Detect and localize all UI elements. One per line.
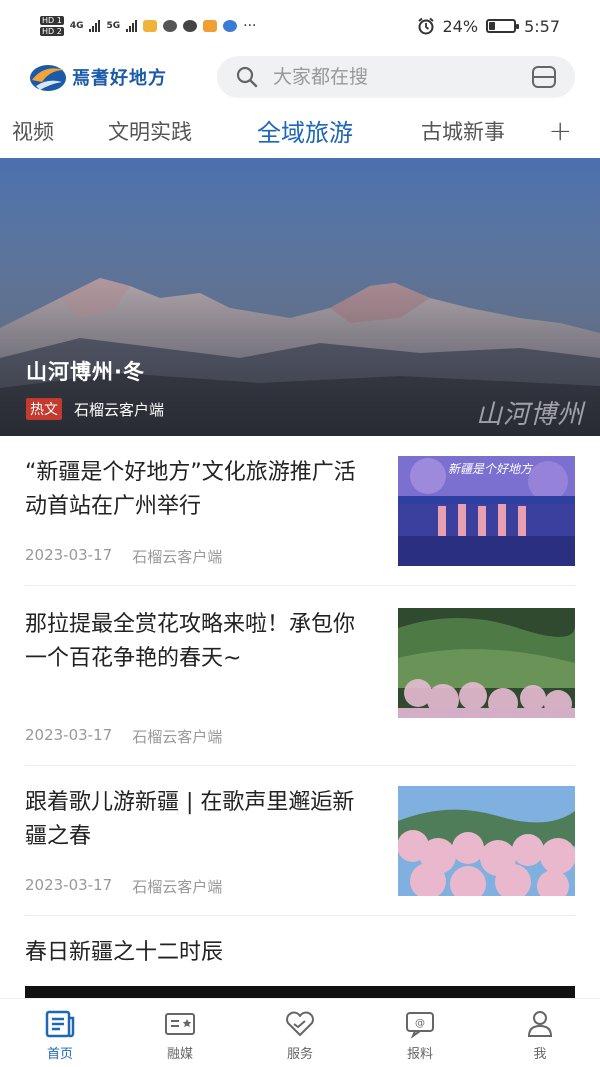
- hero-meta: 热文 石榴云客户端: [26, 398, 164, 420]
- news-thumbnail: [398, 608, 575, 718]
- alarm-icon: [417, 17, 434, 35]
- chat-notification-icon: [163, 20, 178, 32]
- status-right: 24% 5:57: [417, 16, 560, 36]
- tab-tourism[interactable]: 全域旅游: [257, 113, 353, 148]
- hero-banner[interactable]: 山河博州·冬 热文 石榴云客户端 山河博州: [0, 158, 600, 436]
- app-logo[interactable]: 焉耆好地方: [28, 60, 167, 94]
- nav-media[interactable]: 融媒: [120, 999, 240, 1067]
- news-title: 春日新疆之十二时辰: [25, 940, 224, 965]
- network-5g-label: 5G: [106, 21, 121, 31]
- sim1-label: HD 1: [40, 16, 64, 25]
- heart-service-icon: [286, 1011, 314, 1036]
- news-item[interactable]: 那拉提最全赏花攻略来啦！承包你一个百花争艳的春天~ 2023-03-17 石榴云…: [25, 586, 575, 766]
- more-notifications-icon: ···: [243, 18, 257, 34]
- hero-title: 山河博州·冬: [26, 360, 145, 384]
- message-notification-icon: [203, 20, 218, 32]
- sim-indicators: HD 1 HD 2: [40, 16, 64, 36]
- user-icon: [527, 1011, 553, 1037]
- nav-service[interactable]: 服务: [240, 999, 360, 1067]
- news-source: 石榴云客户端: [132, 878, 223, 896]
- tab-civilization-practice[interactable]: 文明实践: [108, 116, 192, 146]
- news-thumbnail: 新疆是个好地方: [398, 456, 575, 566]
- browser-notification-icon: [223, 20, 238, 32]
- signal-bars-icon: [126, 20, 138, 32]
- nav-label: 服务: [286, 1047, 313, 1062]
- logo-text: 焉耆好地方: [72, 68, 167, 89]
- channel-tabs: 视频 文明实践 全域旅游 古城新事 +: [0, 102, 600, 158]
- tab-video[interactable]: 视频: [12, 116, 54, 146]
- network-4g-label: 4G: [69, 21, 84, 31]
- status-bar: HD 1 HD 2 4G 5G ··· 24% 5:57: [0, 0, 600, 52]
- nav-me[interactable]: 我: [480, 999, 600, 1067]
- news-meta: 2023-03-17 石榴云客户端: [25, 876, 222, 897]
- svg-text:@: @: [415, 1018, 425, 1029]
- nav-label: 首页: [46, 1047, 73, 1062]
- app-header: 焉耆好地方: [0, 52, 600, 102]
- nav-label: 我: [533, 1047, 547, 1062]
- news-date: 2023-03-17: [25, 876, 113, 894]
- tab-old-city-news[interactable]: 古城新事: [421, 116, 505, 146]
- battery-icon: [486, 19, 520, 33]
- report-chat-icon: @: [406, 1012, 434, 1039]
- add-channel-button[interactable]: +: [549, 114, 572, 147]
- battery-fill: [489, 22, 495, 30]
- news-meta: 2023-03-17 石榴云客户端: [25, 726, 222, 747]
- clock: 5:57: [524, 16, 560, 36]
- hero-watermark: 山河博州: [475, 400, 584, 430]
- news-item[interactable]: 春日新疆之十二时辰: [25, 916, 575, 998]
- news-date: 2023-03-17: [25, 546, 113, 564]
- logo-mark-icon: [30, 65, 66, 91]
- sim2-label: HD 2: [40, 27, 64, 36]
- news-video-preview: [25, 986, 575, 998]
- app-notification-icon: [183, 20, 198, 32]
- news-source: 石榴云客户端: [132, 548, 223, 566]
- bottom-nav: 首页 融媒 服务 @ 报料 我: [0, 998, 600, 1067]
- search-input[interactable]: [273, 66, 517, 88]
- search-icon: [236, 66, 258, 88]
- news-thumbnail-image: [398, 786, 575, 896]
- news-title: 跟着歌儿游新疆 | 在歌声里邂逅新疆之春: [25, 790, 355, 849]
- news-title: 那拉提最全赏花攻略来啦！承包你一个百花争艳的春天~: [25, 612, 356, 671]
- nav-label: 报料: [406, 1047, 433, 1062]
- news-thumbnail: [398, 786, 575, 896]
- news-date: 2023-03-17: [25, 726, 113, 744]
- nav-home[interactable]: 首页: [0, 999, 120, 1067]
- signal-bars-icon: [89, 20, 101, 32]
- news-thumbnail-caption: 新疆是个好地方: [448, 462, 533, 476]
- hero-source: 石榴云客户端: [74, 400, 165, 419]
- hot-badge: 热文: [26, 398, 62, 420]
- news-item[interactable]: 跟着歌儿游新疆 | 在歌声里邂逅新疆之春 2023-03-17 石榴云客户端: [25, 766, 575, 916]
- nav-report[interactable]: @ 报料: [360, 999, 480, 1067]
- news-item[interactable]: “新疆是个好地方”文化旅游推广活动首站在广州举行 2023-03-17 石榴云客…: [25, 436, 575, 586]
- scan-icon[interactable]: [531, 65, 557, 89]
- home-doc-icon: [45, 1010, 75, 1038]
- media-card-icon: [165, 1013, 195, 1035]
- nav-label: 融媒: [166, 1047, 193, 1062]
- search-bar[interactable]: [217, 56, 575, 98]
- mail-notification-icon: [143, 20, 158, 32]
- battery-percent: 24%: [442, 16, 479, 36]
- news-meta: 2023-03-17 石榴云客户端: [25, 546, 222, 567]
- news-source: 石榴云客户端: [132, 728, 223, 746]
- status-indicators: HD 1 HD 2 4G 5G ···: [40, 16, 256, 36]
- news-title: “新疆是个好地方”文化旅游推广活动首站在广州举行: [25, 460, 356, 519]
- news-thumbnail-image: [398, 608, 575, 718]
